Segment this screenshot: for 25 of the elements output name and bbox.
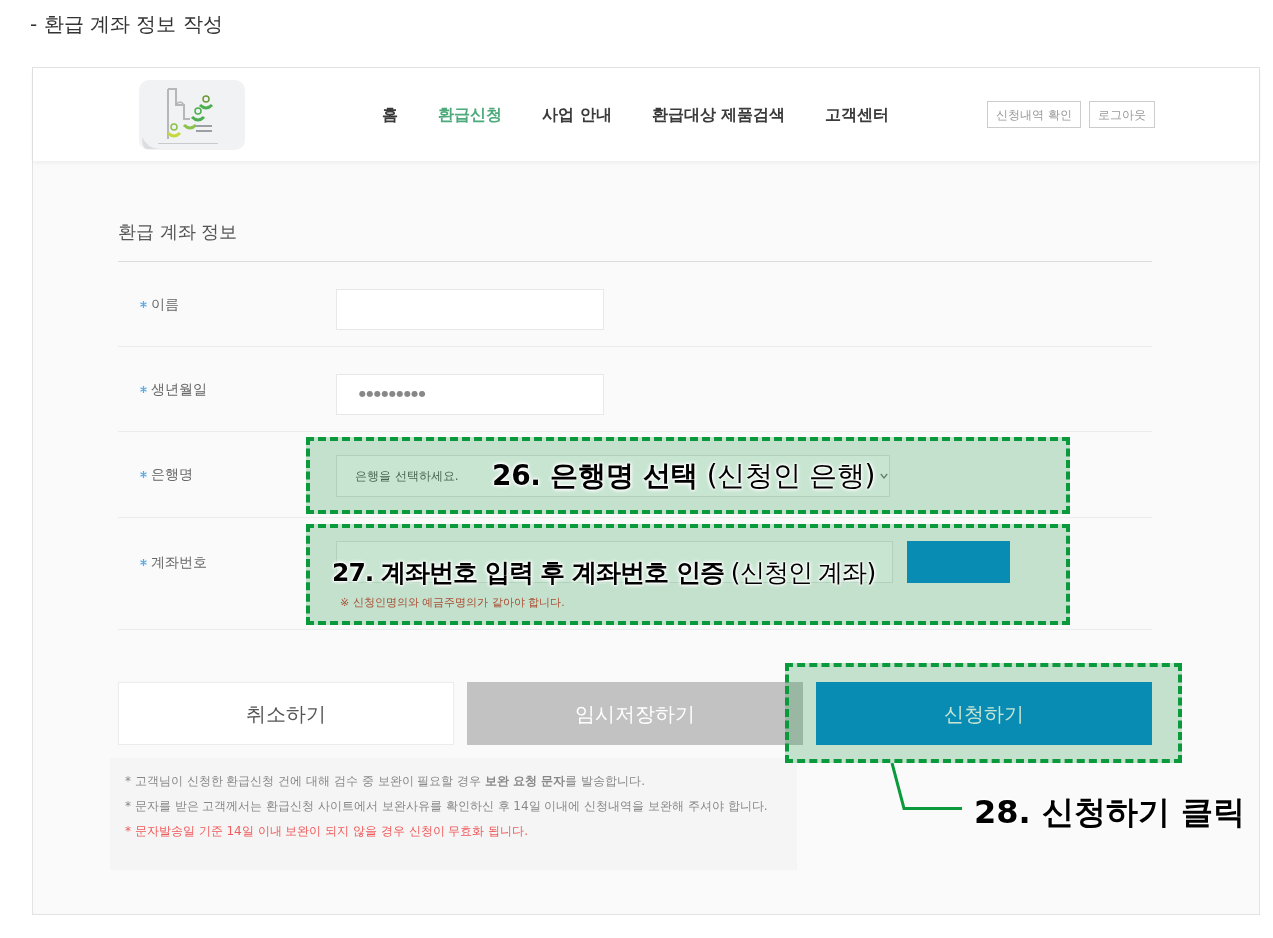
- nav-link[interactable]: 고객센터: [825, 102, 890, 127]
- password-field[interactable]: ●●●●●●●●●: [336, 373, 604, 415]
- field-label: 은행명: [151, 465, 193, 484]
- field-label: 생년월일: [151, 379, 207, 399]
- nav-link[interactable]: 환급대상 제품검색: [651, 102, 786, 127]
- submit-button[interactable]: 신청하기: [816, 682, 1152, 745]
- nav-link[interactable]: 환급신청: [438, 102, 502, 127]
- notice-text: * 문자발송일 기준 14일 이내 보완이 되지 않을 경우 신청이 무효화 됩니다.: [125, 823, 530, 840]
- annotation-label: 27. 계좌번호 입력 후 계좌번호 인증 (신청인 계좌): [332, 557, 876, 589]
- annotation-label: 28. 신청하기 클릭: [974, 792, 1245, 832]
- nav-link[interactable]: 사업 안내: [542, 102, 612, 127]
- field-note: ※ 신청인명의와 예금주명의가 같아야 합니다.: [339, 596, 566, 610]
- page-heading: - 환급 계좌 정보 작성: [30, 12, 223, 36]
- logo-icon[interactable]: [138, 78, 246, 151]
- header-button[interactable]: 로그아웃: [1089, 101, 1155, 128]
- field-label: 계좌번호: [151, 552, 207, 572]
- form-title: 환급 계좌 정보: [118, 221, 238, 242]
- account-verify-button[interactable]: [907, 541, 1010, 583]
- cancel-button[interactable]: 취소하기: [118, 682, 454, 745]
- notice-text: * 문자를 받은 고객께서는 환급신청 사이트에서 보완사유를 확인하신 후 14일 이내에 신청내역을 보완해 주셔야 합니다.: [125, 798, 769, 815]
- nav-link[interactable]: 홈: [382, 102, 398, 127]
- header-button[interactable]: 신청내역 확인: [987, 101, 1081, 128]
- field-label: 이름: [151, 294, 179, 314]
- notice-text: * 고객님이 신청한 환급신청 건에 대해 검수 중 보완이 필요할 경우 보완 요청 문자를 발송합니다.: [125, 773, 646, 790]
- leader-line: [890, 763, 962, 810]
